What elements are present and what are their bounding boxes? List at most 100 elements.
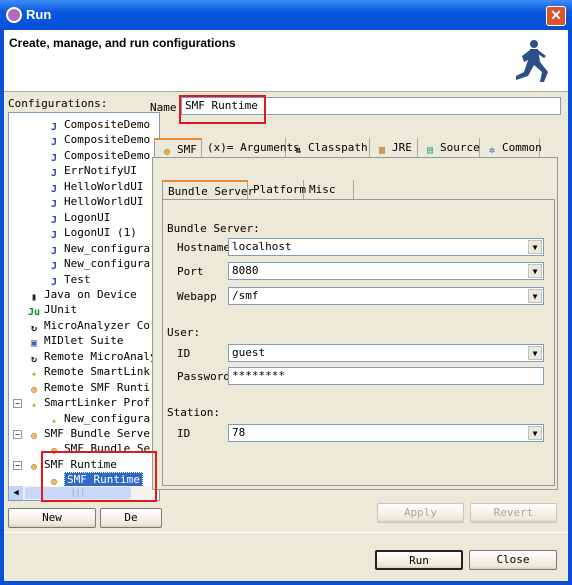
revert-button[interactable]: Revert	[470, 503, 557, 523]
tab-source[interactable]: ▤ Source	[418, 138, 480, 158]
window-title: Run	[26, 7, 52, 22]
delete-button[interactable]: De	[100, 508, 162, 528]
common-icon: ✲	[488, 145, 496, 156]
hostname-label: Hostname	[177, 241, 230, 254]
running-man-icon	[516, 40, 548, 82]
classpath-icon: ⇅	[294, 145, 302, 156]
hostname-combo[interactable]: localhost ▼	[228, 238, 544, 256]
chevron-down-icon[interactable]: ▼	[528, 289, 542, 303]
password-label: Password	[177, 370, 230, 383]
subtab-bundle-server[interactable]: Bundle Server	[162, 180, 254, 200]
station-id-label: ID	[177, 427, 191, 440]
chevron-down-icon[interactable]: ▼	[528, 264, 542, 278]
subtab-platform[interactable]: Platform	[248, 180, 306, 200]
tree-item[interactable]: ✦ Remote SmartLink	[27, 364, 150, 380]
tab-label: Classpath	[308, 141, 368, 154]
station-heading: Station:	[167, 406, 220, 419]
run-button[interactable]: Run	[375, 550, 463, 570]
tree-item[interactable]: J HelloWorldUI	[47, 179, 144, 195]
header-title: Create, manage, and run configurations	[9, 36, 236, 50]
run-app-icon	[6, 7, 22, 23]
config-tabs: ⊕ SMF (x)= Arguments ⇅ Classpath ▥ JRE ▤ Source ✲…	[154, 138, 558, 159]
tab-label: SMF	[177, 143, 197, 156]
tree-item-label: SmartLinker Prof	[44, 396, 150, 410]
user-heading: User:	[167, 326, 201, 339]
tab-label: Common	[502, 141, 542, 154]
separator	[4, 532, 568, 533]
tab-xarguments[interactable]: (x)= Arguments	[202, 138, 300, 158]
tree-item[interactable]: J LogonUI (1)	[47, 225, 137, 241]
tree-item-label: New_configura	[64, 411, 151, 425]
title-bar: Run ✕	[0, 0, 572, 30]
subtab-misc[interactable]: Misc	[304, 180, 354, 200]
tree-item[interactable]: J ErrNotifyUI	[47, 163, 137, 179]
tree-item-label: Java on Device	[44, 287, 137, 301]
password-input[interactable]: ********	[228, 367, 544, 385]
tree-item[interactable]: J CompositeDemo	[47, 117, 151, 133]
tree-item[interactable]: − ⊕ SMF Bundle Serve	[13, 426, 150, 442]
bundle-server-heading: Bundle Server:	[167, 222, 260, 235]
tree-item[interactable]: J CompositeDemo	[47, 148, 151, 164]
highlight-name-field	[179, 95, 266, 124]
tree-item-label: HelloWorldUI	[64, 195, 144, 209]
configurations-tree[interactable]: J CompositeDemo J CompositeDemo J CompositeDe…	[8, 112, 160, 501]
tree-item[interactable]: ↻ MicroAnalyzer Co	[27, 318, 150, 334]
tab-label: JRE	[392, 141, 412, 154]
tree-item[interactable]: J LogonUI	[47, 210, 110, 226]
tree-item-label: MicroAnalyzer Co	[44, 318, 150, 332]
tree-item[interactable]: J New_configura	[47, 256, 151, 272]
tree-item[interactable]: J Test	[47, 272, 91, 288]
tree-item[interactable]: Ju JUnit	[27, 302, 77, 318]
highlight-smf-runtime	[41, 451, 157, 502]
scroll-left-button[interactable]: ◀	[9, 486, 23, 500]
tree-item[interactable]: ⊕ Remote SMF Runti	[27, 380, 150, 396]
smf-bundle-icon: ⊕	[30, 431, 38, 442]
webapp-combo[interactable]: /smf ▼	[228, 287, 544, 305]
station-id-combo[interactable]: 78 ▼	[228, 424, 544, 442]
jre-icon: ▥	[378, 145, 386, 156]
tree-item-label: HelloWorldUI	[64, 179, 144, 193]
tree-item[interactable]: − ✦ SmartLinker Prof	[13, 395, 150, 412]
tree-item[interactable]: ✦ New_configura	[47, 411, 151, 427]
subtab-label: Misc	[309, 183, 336, 196]
new-button[interactable]: New	[8, 508, 96, 528]
user-id-combo[interactable]: guest ▼	[228, 344, 544, 362]
sub-tabs: Bundle Server Platform Misc	[162, 180, 362, 200]
tab-smf[interactable]: ⊕ SMF	[154, 138, 202, 159]
source-icon: ▤	[426, 145, 434, 156]
chevron-down-icon[interactable]: ▼	[528, 426, 542, 440]
tree-item-label: CompositeDemo	[64, 148, 151, 162]
collapse-icon[interactable]: −	[13, 430, 22, 439]
port-label: Port	[177, 265, 204, 278]
tree-item[interactable]: ▣ MIDlet Suite	[27, 333, 124, 349]
tree-item[interactable]: ↻ Remote MicroAnaly	[27, 349, 157, 365]
chevron-down-icon[interactable]: ▼	[528, 240, 542, 254]
tree-item[interactable]: J CompositeDemo	[47, 132, 150, 148]
tab-label: Source	[440, 141, 480, 154]
tree-item[interactable]: J HelloWorldUI	[47, 194, 144, 210]
subtab-label: Bundle Server	[168, 185, 255, 198]
tab-jre[interactable]: ▥ JRE	[370, 138, 418, 158]
collapse-icon[interactable]: −	[13, 460, 22, 470]
tree-item-label: New_configura	[64, 257, 151, 271]
collapse-icon[interactable]: −	[13, 399, 22, 409]
close-icon[interactable]: ✕	[546, 6, 566, 26]
user-id-label: ID	[177, 347, 191, 360]
tree-item-label: Remote MicroAnaly	[44, 349, 157, 363]
webapp-label: Webapp	[177, 290, 217, 303]
tree-item-label: Remote SMF Runti	[44, 380, 150, 394]
dialog-header: Create, manage, and run configurations	[4, 30, 568, 92]
tree-item-label: MIDlet Suite	[44, 334, 124, 348]
chevron-down-icon[interactable]: ▼	[528, 346, 542, 360]
configurations-label: Configurations:	[8, 97, 108, 110]
apply-button[interactable]: Apply	[377, 503, 464, 523]
close-button[interactable]: Close	[469, 550, 557, 570]
tree-item[interactable]: J New_configura	[47, 241, 150, 257]
tab-classpath[interactable]: ⇅ Classpath	[286, 138, 370, 158]
port-combo[interactable]: 8080 ▼	[228, 262, 544, 280]
smartlinker-icon: ✦	[30, 400, 38, 412]
tab-common[interactable]: ✲ Common	[480, 138, 542, 158]
subtab-label: Platform	[253, 183, 306, 196]
tree-item[interactable]: ▮ Java on Device	[27, 287, 137, 303]
tree-item-label: CompositeDemo	[64, 118, 151, 131]
